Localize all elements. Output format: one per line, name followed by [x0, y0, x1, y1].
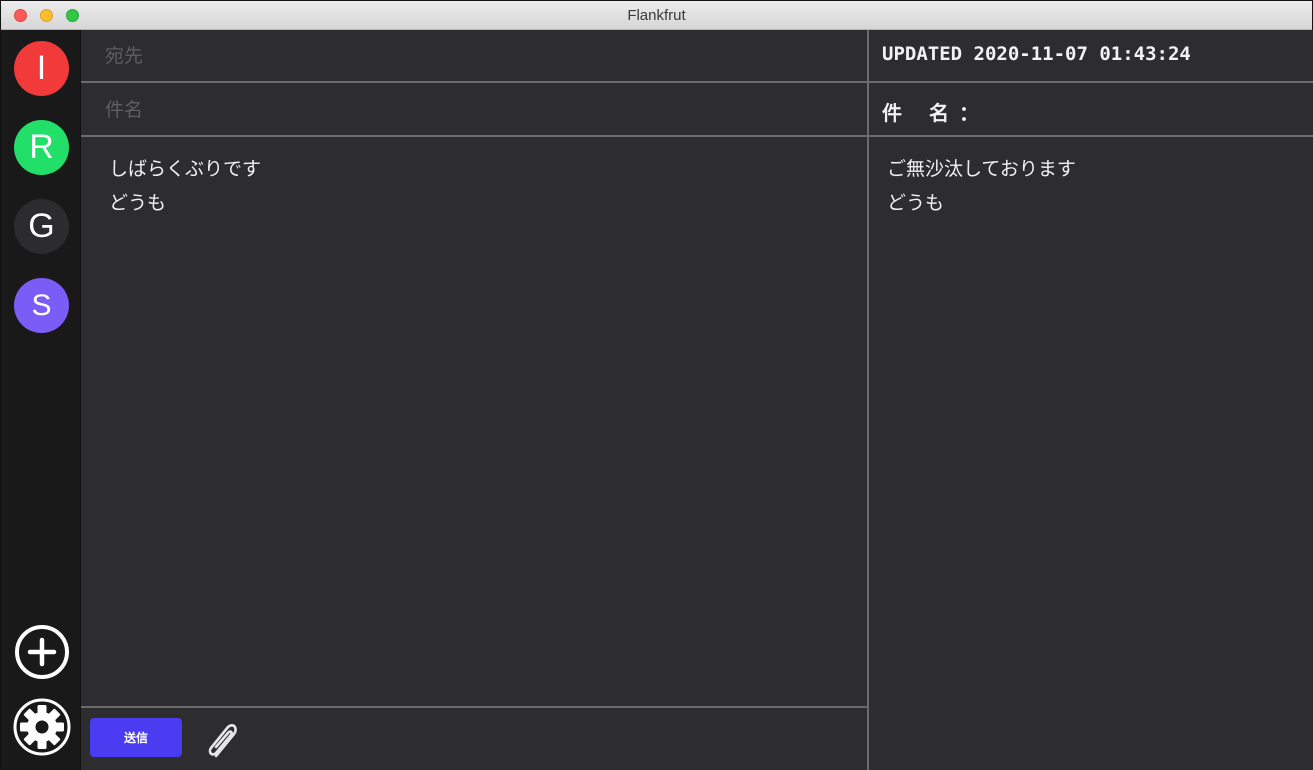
app-window: Flankfrut I R G S 宛先 件名 しばらくぶりです どうも 送信 … — [0, 0, 1313, 770]
account-avatar-g[interactable]: G — [14, 199, 69, 254]
settings-button[interactable] — [13, 698, 71, 756]
account-sidebar: I R G S — [1, 30, 81, 770]
account-letter: G — [28, 207, 55, 245]
preview-subject-label: 件 名： — [882, 101, 989, 125]
preview-body: ご無沙汰しております どうも — [887, 158, 1076, 214]
window-title: Flankfrut — [627, 7, 686, 24]
preview-subject-row: 件 名： — [869, 84, 1313, 137]
add-account-button[interactable] — [13, 623, 71, 681]
account-letter: R — [29, 128, 54, 166]
account-letter: S — [31, 288, 52, 322]
account-avatar-i[interactable]: I — [14, 41, 69, 96]
compose-footer: 送信 — [81, 706, 867, 770]
title-bar: Flankfrut — [1, 1, 1312, 30]
account-letter: I — [36, 49, 47, 87]
attach-button[interactable] — [203, 718, 243, 762]
paperclip-icon — [208, 724, 237, 758]
plus-circle-icon — [15, 625, 69, 679]
account-avatar-r[interactable]: R — [14, 120, 69, 175]
to-field — [81, 30, 867, 83]
to-input[interactable] — [81, 30, 867, 81]
preview-updated-row: UPDATED 2020-11-07 01:43:24 — [869, 30, 1313, 83]
account-avatar-s[interactable]: S — [14, 278, 69, 333]
message-preview-pane: UPDATED 2020-11-07 01:43:24 件 名： ご無沙汰してお… — [869, 30, 1313, 770]
updated-timestamp: UPDATED 2020-11-07 01:43:24 — [882, 43, 1191, 65]
subject-input[interactable] — [81, 84, 867, 135]
gear-icon — [13, 698, 71, 756]
message-body-editor[interactable]: しばらくぶりです どうも — [81, 138, 867, 706]
send-button[interactable]: 送信 — [90, 718, 182, 757]
subject-field — [81, 84, 867, 137]
compose-pane: しばらくぶりです どうも 送信 — [81, 30, 867, 770]
